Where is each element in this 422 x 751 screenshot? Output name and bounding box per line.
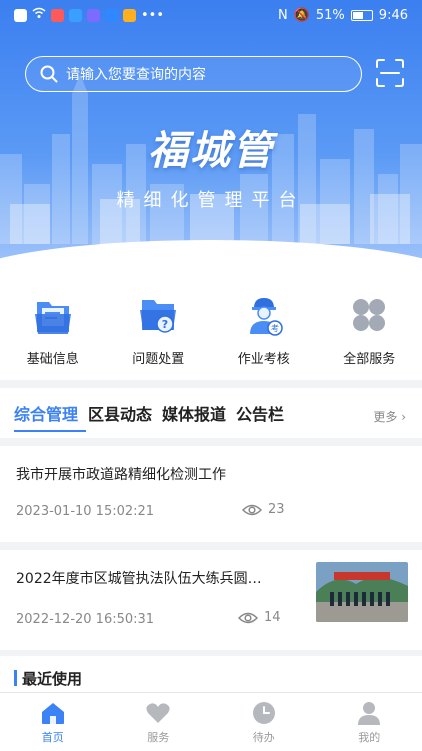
section-marker [14, 670, 17, 686]
eye-icon [242, 504, 262, 515]
views-count: 14 [264, 610, 281, 625]
folder-question-icon: ? [140, 300, 177, 333]
news-date: 2022-12-20 16:50:31 [16, 612, 155, 627]
tab-media-reports[interactable]: 媒体报道 [162, 401, 226, 425]
nav-profile[interactable]: 我的 [317, 693, 422, 751]
news-card: 综合管理 区县动态 媒体报道 公告栏 更多 › 我市开展市政道路精细化检测工作 … [0, 388, 422, 650]
eye-icon [238, 612, 258, 623]
svg-text:?: ? [162, 318, 168, 331]
more-dots-icon: ••• [141, 7, 165, 23]
news-date: 2023-01-10 15:02:21 [16, 504, 155, 519]
quick-entry-label: 问题处置 [132, 352, 185, 367]
news-thumbnail [316, 562, 408, 622]
alert-icon [14, 8, 27, 22]
svg-text:考: 考 [271, 324, 279, 333]
app-notification-icon [87, 8, 100, 22]
search-icon [40, 65, 58, 83]
app-notification-icon [123, 8, 136, 22]
more-label: 更多 [373, 410, 398, 424]
user-icon [358, 702, 381, 725]
tab-bulletin[interactable]: 公告栏 [236, 401, 284, 425]
views-count: 23 [268, 502, 285, 517]
news-title: 2022年度市区城管执法队伍大练兵圆… [16, 571, 262, 587]
news-views: 23 [242, 502, 285, 517]
app-notification-icon [69, 8, 82, 22]
quick-entry-label: 基础信息 [26, 352, 79, 367]
worker-exam-icon: 考 [249, 298, 283, 336]
folder-doc-icon [34, 302, 71, 334]
quick-entry-problem-handling[interactable]: ? 问题处置 [106, 282, 212, 380]
nav-label: 我的 [358, 731, 381, 744]
wifi-icon [32, 7, 46, 23]
nav-label: 首页 [41, 731, 64, 744]
search-placeholder: 请输入您要查询的内容 [66, 67, 206, 83]
quick-entry-label: 全部服务 [343, 352, 396, 367]
home-icon [41, 703, 64, 724]
clock-icon [252, 702, 275, 724]
status-bar: ••• N 🔕 51% 9:46 [0, 0, 422, 30]
nav-home[interactable]: 首页 [0, 693, 106, 751]
mute-icon: 🔕 [293, 7, 310, 23]
quick-entries: 基础信息 ? 问题处置 考 作业考核 全部服务 [0, 282, 422, 380]
clock: 9:46 [378, 7, 408, 23]
grid-icon [353, 299, 386, 331]
tab-comprehensive[interactable]: 综合管理 [14, 401, 78, 425]
app-notification-icon [51, 8, 64, 22]
nav-services[interactable]: 服务 [106, 693, 212, 751]
nav-label: 服务 [147, 731, 170, 744]
news-views: 14 [238, 610, 281, 625]
recent-section: 最近使用 [0, 656, 422, 696]
nav-label: 待办 [252, 731, 275, 744]
nav-todo[interactable]: 待办 [211, 693, 317, 751]
news-title: 我市开展市政道路精细化检测工作 [16, 467, 226, 483]
heart-icon [146, 703, 170, 723]
brand-subtitle: 精细化管理平台 [116, 190, 306, 211]
quick-entry-all-services[interactable]: 全部服务 [317, 282, 422, 380]
news-item[interactable]: 2022年度市区城管执法队伍大练兵圆… 2022-12-20 16:50:31 … [0, 550, 422, 650]
divider [0, 542, 422, 550]
quick-entry-basic-info[interactable]: 基础信息 [0, 282, 106, 380]
nfc-icon: N [277, 7, 288, 23]
battery-icon [350, 9, 373, 21]
search-bar[interactable]: 请输入您要查询的内容 [25, 56, 362, 92]
more-link[interactable]: 更多 › [373, 408, 406, 425]
news-tabs: 综合管理 区县动态 媒体报道 公告栏 更多 › [0, 388, 422, 438]
hero-curve [0, 240, 422, 282]
brand-title: 福城管 [148, 128, 274, 174]
bottom-nav: 首页 服务 待办 我的 [0, 692, 422, 751]
quick-entry-label: 作业考核 [237, 352, 290, 367]
scan-icon[interactable] [375, 58, 405, 88]
quick-entry-work-assessment[interactable]: 考 作业考核 [211, 282, 317, 380]
chevron-right-icon: › [401, 410, 406, 424]
divider [0, 438, 422, 446]
cloud-icon [105, 8, 118, 22]
active-tab-indicator [14, 430, 86, 432]
recent-title: 最近使用 [22, 670, 83, 688]
battery-percent: 51% [315, 7, 345, 23]
tab-district-news[interactable]: 区县动态 [88, 401, 152, 425]
news-item[interactable]: 我市开展市政道路精细化检测工作 2023-01-10 15:02:21 23 [0, 446, 422, 542]
